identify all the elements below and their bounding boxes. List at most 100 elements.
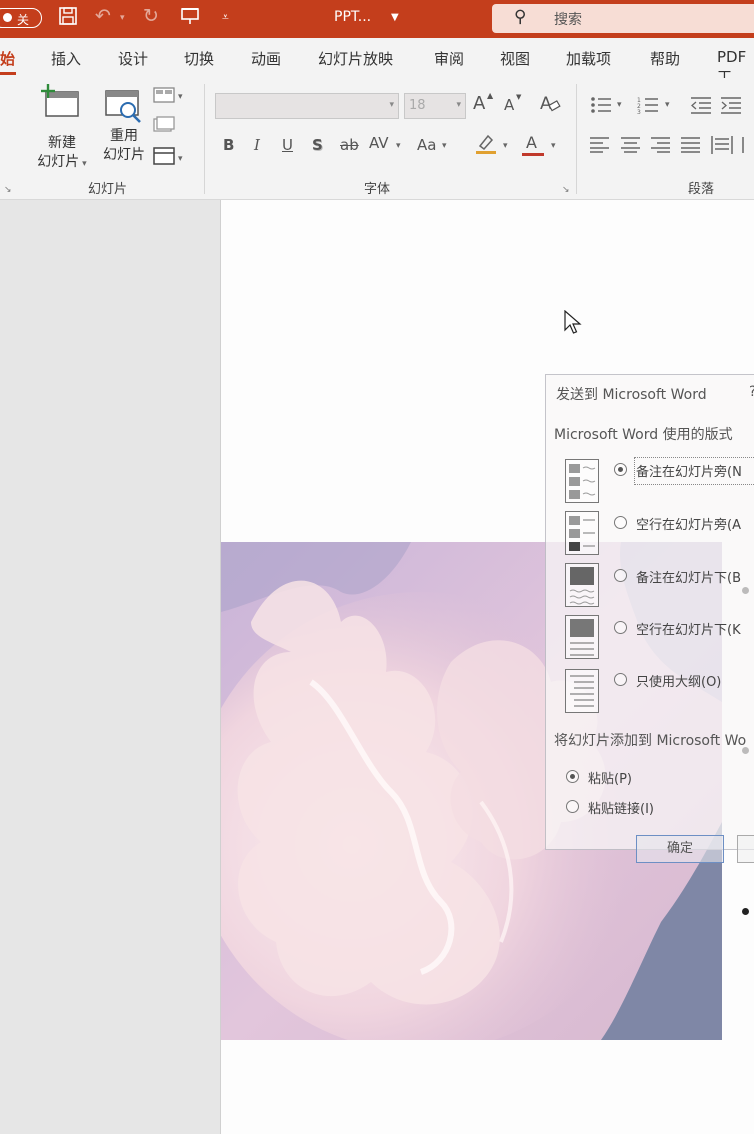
undo-dropdown-icon[interactable]: ▾ bbox=[120, 13, 125, 23]
bullet-point-icon bbox=[742, 908, 749, 915]
layout-thumb-blank-beside bbox=[565, 511, 599, 555]
underline-button[interactable]: U bbox=[282, 136, 293, 154]
layout-option-radio[interactable] bbox=[614, 673, 627, 686]
columns-icon[interactable] bbox=[742, 137, 744, 153]
title-dropdown-icon[interactable]: ▼ bbox=[391, 12, 399, 23]
layout-option-radio[interactable] bbox=[614, 569, 627, 582]
document-title[interactable]: PPT... bbox=[334, 9, 371, 25]
layout-thumb-notes-beside bbox=[565, 459, 599, 503]
toggle-knob-icon bbox=[3, 13, 12, 22]
section-dropdown-icon[interactable]: ▾ bbox=[178, 154, 183, 164]
numbering-dropdown-icon[interactable]: ▾ bbox=[665, 100, 670, 110]
redo-icon[interactable]: ↻ bbox=[143, 5, 159, 27]
dialog-help-button[interactable]: ? bbox=[749, 384, 754, 400]
mouse-cursor-icon bbox=[564, 309, 582, 340]
save-icon[interactable] bbox=[58, 6, 78, 31]
char-spacing-button[interactable]: AV bbox=[369, 134, 389, 152]
layout-option-label: 只使用大纲(O) bbox=[636, 675, 722, 690]
active-tab-indicator bbox=[0, 72, 16, 75]
font-launcher-icon[interactable]: ↘ bbox=[562, 185, 570, 195]
font-size-value: 18 bbox=[409, 98, 426, 113]
clear-format-icon[interactable]: A bbox=[538, 92, 562, 118]
font-group-label: 字体 bbox=[364, 182, 391, 197]
svg-text:A: A bbox=[540, 94, 552, 114]
tab-design[interactable]: 设计 bbox=[118, 48, 148, 69]
slide-thumbnail-pane[interactable] bbox=[0, 200, 221, 1134]
tab-home[interactable]: 始 bbox=[0, 48, 15, 69]
shrink-font-icon: ▼ bbox=[516, 93, 522, 101]
section-icon[interactable] bbox=[153, 147, 175, 169]
new-slide-label-2: 幻灯片 bbox=[37, 154, 80, 170]
font-color-button[interactable]: A bbox=[526, 133, 537, 152]
tab-slideshow[interactable]: 幻灯片放映 bbox=[318, 48, 393, 69]
align-center-icon[interactable] bbox=[621, 137, 641, 157]
tab-transitions[interactable]: 切换 bbox=[184, 48, 214, 69]
decrease-indent-icon[interactable] bbox=[690, 96, 712, 118]
bold-button[interactable]: B bbox=[223, 136, 234, 154]
paste-label: 粘贴(P) bbox=[588, 772, 632, 787]
font-name-dropdown-icon: ▾ bbox=[389, 100, 394, 110]
cancel-button[interactable] bbox=[737, 835, 754, 863]
layout-thumb-blank-below bbox=[565, 615, 599, 659]
autosave-toggle[interactable]: 关 bbox=[0, 8, 42, 28]
font-size-combo[interactable]: 18 ▾ bbox=[404, 93, 466, 119]
font-name-combo[interactable]: ▾ bbox=[215, 93, 399, 119]
strikethrough-button[interactable]: ab bbox=[340, 136, 359, 154]
layout-thumb-notes-below bbox=[565, 563, 599, 607]
layout-option-label: 空行在幻灯片旁(A bbox=[636, 518, 741, 533]
bullets-dropdown-icon[interactable]: ▾ bbox=[617, 100, 622, 110]
new-slide-icon[interactable] bbox=[40, 84, 82, 124]
title-bar: 关 ↶ ▾ ↻ ⩡ PPT... ▼ ⚲ 搜索 bbox=[0, 0, 754, 38]
undo-icon[interactable]: ↶ bbox=[95, 5, 111, 27]
tab-review[interactable]: 审阅 bbox=[434, 48, 464, 69]
reuse-slides-button[interactable]: 重用 幻灯片 bbox=[96, 127, 152, 165]
font-color-dropdown-icon[interactable]: ▾ bbox=[551, 141, 556, 151]
change-case-button[interactable]: Aa bbox=[417, 136, 436, 154]
reset-icon[interactable] bbox=[153, 116, 175, 136]
layout-heading: Microsoft Word 使用的版式 bbox=[554, 427, 733, 443]
layout-option-label: 备注在幻灯片旁(N bbox=[636, 465, 742, 480]
ok-button[interactable]: 确定 bbox=[636, 835, 724, 863]
layout-thumb-outline-only bbox=[565, 669, 599, 713]
tab-help[interactable]: 帮助 bbox=[650, 48, 680, 69]
new-slide-button[interactable]: 新建 幻灯片 ▾ bbox=[28, 134, 96, 174]
grow-font-icon: ▲ bbox=[487, 91, 494, 100]
new-slide-label-1: 新建 bbox=[48, 135, 76, 151]
paste-link-radio[interactable] bbox=[566, 800, 579, 813]
change-case-dropdown-icon[interactable]: ▾ bbox=[442, 141, 447, 151]
tab-view[interactable]: 视图 bbox=[500, 48, 530, 69]
grow-font-button[interactable]: A bbox=[473, 93, 485, 114]
bullets-icon[interactable] bbox=[590, 96, 612, 118]
layout-option-radio[interactable] bbox=[614, 516, 627, 529]
layout-option-radio[interactable] bbox=[614, 621, 627, 634]
clipboard-launcher-icon[interactable]: ↘ bbox=[4, 185, 12, 195]
distributed-icon[interactable] bbox=[711, 136, 733, 158]
present-icon[interactable] bbox=[180, 6, 200, 31]
shadow-button[interactable]: S bbox=[312, 136, 323, 154]
italic-button[interactable]: I bbox=[254, 136, 260, 154]
reuse-slides-label-2: 幻灯片 bbox=[103, 147, 145, 163]
tab-addins[interactable]: 加载项 bbox=[566, 48, 611, 69]
tab-animations[interactable]: 动画 bbox=[251, 48, 281, 69]
justify-icon[interactable] bbox=[681, 137, 701, 157]
increase-indent-icon[interactable] bbox=[720, 96, 742, 118]
slides-group-label: 幻灯片 bbox=[88, 182, 128, 197]
align-left-icon[interactable] bbox=[590, 137, 610, 157]
send-to-word-dialog: 发送到 Microsoft Word ? Microsoft Word 使用的版… bbox=[545, 374, 754, 863]
paste-radio[interactable] bbox=[566, 770, 579, 783]
search-icon: ⚲ bbox=[514, 7, 527, 27]
shrink-font-button[interactable]: A bbox=[504, 96, 514, 114]
paste-link-label: 粘贴链接(I) bbox=[588, 802, 654, 817]
highlight-dropdown-icon[interactable]: ▾ bbox=[503, 141, 508, 151]
highlight-icon[interactable] bbox=[474, 132, 498, 160]
customize-qat-icon[interactable]: ⩡ bbox=[222, 10, 229, 25]
char-spacing-dropdown-icon[interactable]: ▾ bbox=[396, 141, 401, 151]
tab-insert[interactable]: 插入 bbox=[51, 48, 81, 69]
numbering-icon[interactable]: 123 bbox=[637, 96, 659, 118]
layout-icon[interactable] bbox=[153, 87, 175, 107]
search-box[interactable]: ⚲ 搜索 bbox=[492, 4, 754, 33]
reuse-slides-icon[interactable] bbox=[103, 88, 145, 128]
layout-dropdown-icon[interactable]: ▾ bbox=[178, 92, 183, 102]
align-right-icon[interactable] bbox=[651, 137, 671, 157]
layout-option-radio[interactable] bbox=[614, 463, 627, 476]
